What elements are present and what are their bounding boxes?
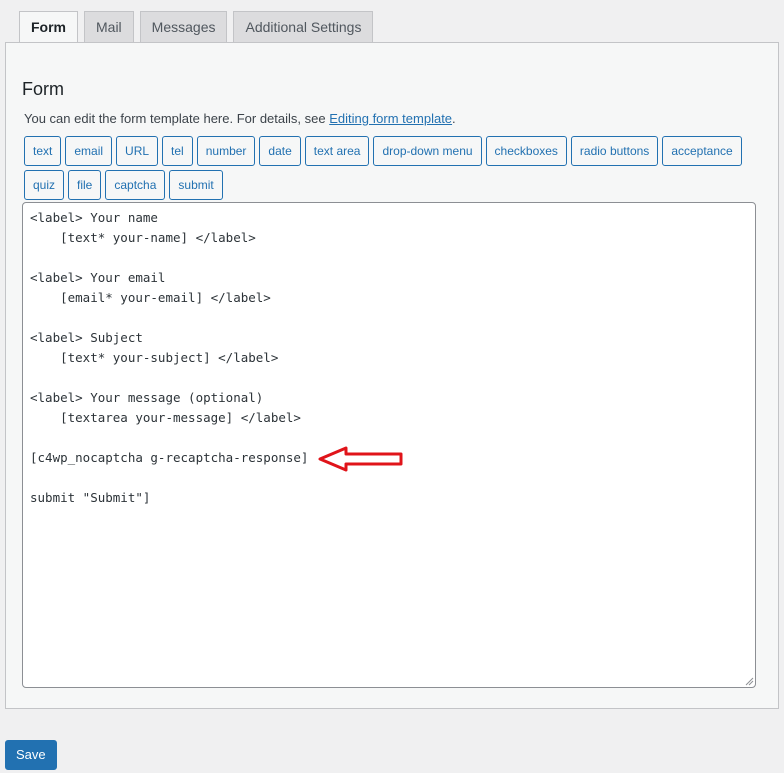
resize-grip-icon[interactable] bbox=[744, 676, 754, 686]
code-line: [text* your-subject] </label> bbox=[30, 350, 279, 365]
code-line: [email* your-email] </label> bbox=[30, 290, 271, 305]
tag-button-email[interactable]: email bbox=[65, 136, 113, 166]
tag-button-drop-down-menu[interactable]: drop-down menu bbox=[373, 136, 482, 166]
tag-button-text-area[interactable]: text area bbox=[304, 136, 370, 166]
description-text: You can edit the form template here. For… bbox=[24, 111, 330, 126]
description-suffix: . bbox=[452, 111, 456, 126]
tag-button-text[interactable]: text bbox=[24, 136, 62, 166]
panel-description: You can edit the form template here. For… bbox=[24, 111, 456, 126]
tag-generator-buttons: text email URL tel number date text area… bbox=[24, 136, 769, 200]
tag-button-radio-buttons[interactable]: radio buttons bbox=[570, 136, 659, 166]
code-line: [textarea your-message] </label> bbox=[30, 410, 301, 425]
code-line: <label> Subject bbox=[30, 330, 143, 345]
tab-form[interactable]: Form bbox=[19, 11, 78, 44]
code-line: <label> Your name bbox=[30, 210, 158, 225]
code-line-captcha-shortcode: [c4wp_nocaptcha g-recaptcha-response] bbox=[30, 450, 309, 465]
form-panel: Form You can edit the form template here… bbox=[5, 42, 779, 709]
form-template-editor[interactable]: <label> Your name [text* your-name] </la… bbox=[22, 202, 756, 688]
tag-button-tel[interactable]: tel bbox=[162, 136, 193, 166]
tag-button-quiz[interactable]: quiz bbox=[24, 170, 65, 200]
code-line: [text* your-name] </label> bbox=[30, 230, 256, 245]
code-line: submit "Submit"] bbox=[30, 490, 151, 505]
tag-button-url[interactable]: URL bbox=[116, 136, 159, 166]
tab-messages[interactable]: Messages bbox=[139, 11, 228, 43]
tag-button-file[interactable]: file bbox=[68, 170, 102, 200]
tab-additional-settings[interactable]: Additional Settings bbox=[233, 11, 374, 43]
editing-form-template-link[interactable]: Editing form template bbox=[329, 111, 452, 126]
tag-button-date[interactable]: date bbox=[259, 136, 301, 166]
tag-button-checkboxes[interactable]: checkboxes bbox=[485, 136, 567, 166]
code-line: <label> Your message (optional) bbox=[30, 390, 264, 405]
tag-button-acceptance[interactable]: acceptance bbox=[662, 136, 742, 166]
red-arrow-annotation-icon bbox=[318, 446, 403, 472]
tag-button-captcha[interactable]: captcha bbox=[105, 170, 166, 200]
tab-bar: Form Mail Messages Additional Settings bbox=[19, 11, 379, 44]
code-line: <label> Your email bbox=[30, 270, 166, 285]
panel-title: Form bbox=[22, 79, 64, 99]
tag-button-number[interactable]: number bbox=[196, 136, 256, 166]
tag-button-submit[interactable]: submit bbox=[169, 170, 223, 200]
save-button[interactable]: Save bbox=[5, 740, 57, 770]
tab-mail[interactable]: Mail bbox=[84, 11, 134, 43]
